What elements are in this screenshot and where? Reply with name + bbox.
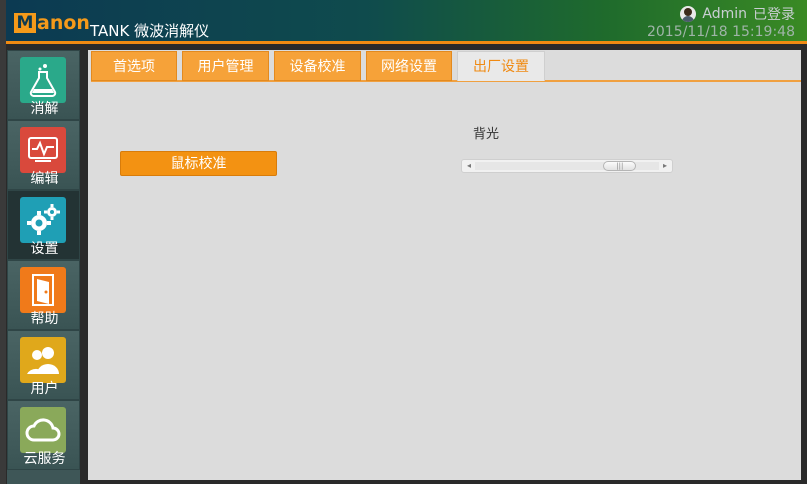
logo-text: anon	[37, 12, 90, 34]
tab-factory-settings[interactable]: 出厂设置	[457, 51, 545, 81]
login-status: 已登录	[753, 7, 795, 23]
sidebar-item-label: 消解	[30, 101, 59, 117]
slider-right-arrow-icon[interactable]: ▸	[659, 161, 671, 171]
user-name: Admin	[702, 6, 747, 22]
tab-preferences[interactable]: 首选项	[91, 51, 177, 81]
tab-network-settings[interactable]: 网络设置	[366, 51, 452, 81]
settings-panel	[88, 50, 801, 480]
user-status[interactable]: Admin 已登录	[680, 4, 795, 24]
gears-icon	[20, 197, 66, 243]
sidebar-item-label: 帮助	[30, 311, 59, 327]
app-header: M anon TANK 微波消解仪 Admin 已登录 2015/11/18 1…	[6, 0, 807, 44]
sidebar-item-cloud[interactable]: 云服务	[7, 400, 80, 470]
sidebar-item-label: 用户	[30, 381, 59, 397]
sidebar-item-label: 设置	[30, 241, 59, 257]
sidebar-nav: 消解 编辑 设置 帮助 用户 云服务	[7, 50, 80, 484]
app-title: TANK 微波消解仪	[90, 22, 210, 40]
tab-device-calibration[interactable]: 设备校准	[274, 51, 361, 81]
help-door-icon	[20, 267, 66, 313]
flask-icon	[20, 57, 66, 103]
sidebar-item-help[interactable]: 帮助	[7, 260, 80, 330]
cloud-icon	[20, 407, 66, 453]
current-datetime: 2015/11/18 15:19:48	[646, 24, 795, 40]
user-avatar-icon	[680, 6, 697, 22]
chart-edit-icon	[20, 127, 66, 173]
sidebar-item-edit[interactable]: 编辑	[7, 120, 80, 190]
slider-handle[interactable]: |||	[603, 161, 637, 171]
brand-logo: M anon	[14, 12, 90, 34]
slider-left-arrow-icon[interactable]: ◂	[463, 161, 475, 171]
mouse-calibrate-button[interactable]: 鼠标校准	[120, 151, 277, 176]
sidebar-item-settings[interactable]: 设置	[7, 190, 80, 260]
tab-user-management[interactable]: 用户管理	[182, 51, 269, 81]
sidebar-item-label: 云服务	[23, 451, 66, 467]
logo-letter: M	[14, 13, 36, 33]
backlight-slider[interactable]: ◂ ||| ▸	[461, 159, 673, 173]
sidebar-item-users[interactable]: 用户	[7, 330, 80, 400]
sidebar-item-label: 编辑	[30, 171, 59, 187]
background-window-edge	[0, 0, 6, 484]
backlight-label: 背光	[473, 127, 500, 142]
sidebar-item-digest[interactable]: 消解	[7, 50, 80, 120]
users-icon	[20, 337, 66, 383]
